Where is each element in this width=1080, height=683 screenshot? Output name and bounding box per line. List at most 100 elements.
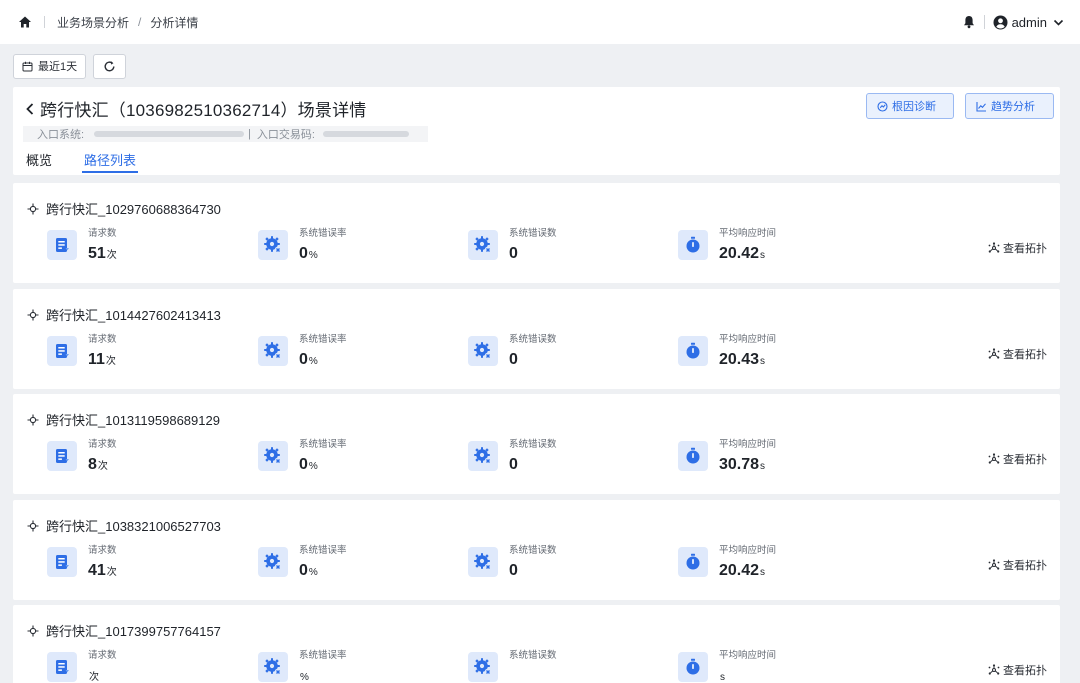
error-rate-unit: %	[308, 250, 318, 261]
route-icon	[27, 520, 39, 532]
root-cause-diagnose-button[interactable]: 根因诊断	[866, 93, 954, 119]
requests-label: 请求数	[88, 439, 117, 450]
error-rate-label: 系统错误率	[299, 439, 347, 450]
metric-error-count: 系统错误数 0	[468, 545, 557, 581]
metric-text: 系统错误率 0%	[299, 228, 347, 266]
route-icon	[27, 203, 39, 215]
metric-text: 系统错误数 0	[509, 439, 557, 475]
tab-overview[interactable]: 概览	[26, 150, 52, 175]
refresh-button[interactable]	[93, 53, 127, 79]
chevron-down-icon[interactable]	[1053, 17, 1064, 28]
stopwatch-icon	[678, 230, 708, 260]
metric-requests: 请求数 11次	[47, 334, 117, 372]
requests-unit: 次	[105, 356, 116, 367]
metric-requests: 请求数 51次	[47, 228, 117, 266]
error-count-number: 0	[509, 456, 518, 473]
path-name[interactable]: 跨行快汇_1029760688364730	[46, 199, 221, 218]
requests-label: 请求数	[88, 545, 117, 556]
metric-text: 平均响应时间 20.42s	[719, 545, 776, 583]
metric-text: 系统错误率 %	[299, 650, 347, 683]
view-topology-label: 查看拓扑	[1003, 560, 1047, 572]
metric-error-count: 系统错误数	[468, 650, 557, 682]
path-card-2: 跨行快汇_1014427602413413 请求数 11次 系统错误率 0% 系…	[13, 289, 1060, 389]
error-count-label: 系统错误数	[509, 334, 557, 345]
scene-detail-header: 跨行快汇（1036982510362714）场景详情 入口系统: | 入口交易码…	[13, 87, 1060, 175]
home-icon[interactable]	[18, 15, 32, 29]
avg-response-label: 平均响应时间	[719, 545, 777, 556]
avg-response-unit: s	[760, 461, 766, 472]
metric-avg-response: 平均响应时间 20.43s	[678, 334, 776, 372]
gear-error-icon	[468, 336, 498, 366]
metric-text: 系统错误数 0	[509, 545, 557, 581]
avg-response-number: 20.43	[719, 351, 760, 368]
path-name[interactable]: 跨行快汇_1038321006527703	[46, 516, 221, 535]
path-name[interactable]: 跨行快汇_1017399757764157	[46, 621, 221, 640]
path-name[interactable]: 跨行快汇_1013119598689129	[46, 410, 220, 429]
metric-text: 平均响应时间 20.42s	[719, 228, 776, 266]
path-title: 跨行快汇_1017399757764157	[27, 621, 221, 640]
metric-text: 平均响应时间 s	[719, 650, 776, 683]
time-range-label: 最近1天	[38, 61, 78, 73]
gear-error-icon	[468, 441, 498, 471]
page-title: 跨行快汇（1036982510362714）场景详情	[40, 101, 367, 120]
entry-system-value-redacted	[94, 131, 245, 137]
view-topology-button[interactable]: 查看拓扑	[988, 662, 1047, 678]
error-count-value: 0	[509, 350, 557, 370]
avg-response-number: 20.42	[719, 245, 760, 262]
metric-text: 请求数 8次	[88, 439, 117, 477]
view-topology-label: 查看拓扑	[1003, 243, 1047, 255]
time-range-button[interactable]: 最近1天	[13, 53, 87, 79]
topology-icon	[988, 453, 1000, 465]
metric-text: 请求数 51次	[88, 228, 117, 266]
metric-error-rate: 系统错误率 0%	[258, 439, 347, 477]
tab-path-list[interactable]: 路径列表	[82, 150, 139, 175]
error-rate-value: 0%	[299, 350, 347, 372]
document-list-icon	[47, 652, 77, 682]
requests-unit: 次	[106, 567, 117, 578]
document-list-icon	[47, 441, 77, 471]
view-topology-button[interactable]: 查看拓扑	[988, 451, 1047, 467]
view-topology-button[interactable]: 查看拓扑	[988, 346, 1047, 362]
metric-text: 平均响应时间 20.43s	[719, 334, 776, 372]
requests-number: 51	[88, 245, 106, 262]
error-count-value: 0	[509, 561, 557, 581]
trend-chart-icon	[976, 101, 987, 112]
metric-text: 请求数 11次	[88, 334, 117, 372]
gear-error-icon	[258, 547, 288, 577]
bell-icon[interactable]	[962, 15, 976, 29]
error-count-number: 0	[509, 351, 518, 368]
breadcrumb-item-scene-analysis[interactable]: 业务场景分析	[57, 14, 129, 31]
avg-response-label: 平均响应时间	[719, 334, 777, 345]
requests-value: 8次	[88, 455, 117, 477]
metric-error-count: 系统错误数 0	[468, 228, 557, 264]
error-rate-value: 0%	[299, 455, 347, 477]
requests-number: 11	[88, 351, 105, 368]
metric-text: 系统错误数 0	[509, 228, 557, 264]
avg-response-number: 20.42	[719, 562, 760, 579]
error-count-label: 系统错误数	[509, 650, 557, 661]
top-header: 业务场景分析 / 分析详情 admin	[0, 0, 1080, 44]
header-divider	[983, 15, 985, 29]
metric-text: 系统错误率 0%	[299, 334, 347, 372]
requests-label: 请求数	[88, 228, 117, 239]
chevron-left-icon[interactable]	[23, 101, 37, 117]
path-name[interactable]: 跨行快汇_1014427602413413	[46, 305, 221, 324]
gear-error-icon	[468, 547, 498, 577]
entry-code-value-redacted	[322, 131, 409, 137]
metric-avg-response: 平均响应时间 30.78s	[678, 439, 776, 477]
view-topology-button[interactable]: 查看拓扑	[988, 557, 1047, 573]
topology-icon	[988, 664, 1000, 676]
avg-response-label: 平均响应时间	[719, 228, 777, 239]
trend-analysis-button[interactable]: 趋势分析	[965, 93, 1054, 119]
topology-icon	[988, 559, 1000, 571]
gear-error-icon	[258, 441, 288, 471]
route-icon	[27, 309, 39, 321]
user-circle-icon[interactable]	[993, 15, 1008, 30]
stopwatch-icon	[678, 652, 708, 682]
username[interactable]: admin	[1012, 15, 1047, 30]
title-row: 跨行快汇（1036982510362714）场景详情	[23, 96, 366, 121]
metric-error-rate: 系统错误率 0%	[258, 545, 347, 583]
error-rate-label: 系统错误率	[299, 334, 347, 345]
view-topology-button[interactable]: 查看拓扑	[988, 240, 1047, 256]
requests-number: 41	[88, 562, 106, 579]
